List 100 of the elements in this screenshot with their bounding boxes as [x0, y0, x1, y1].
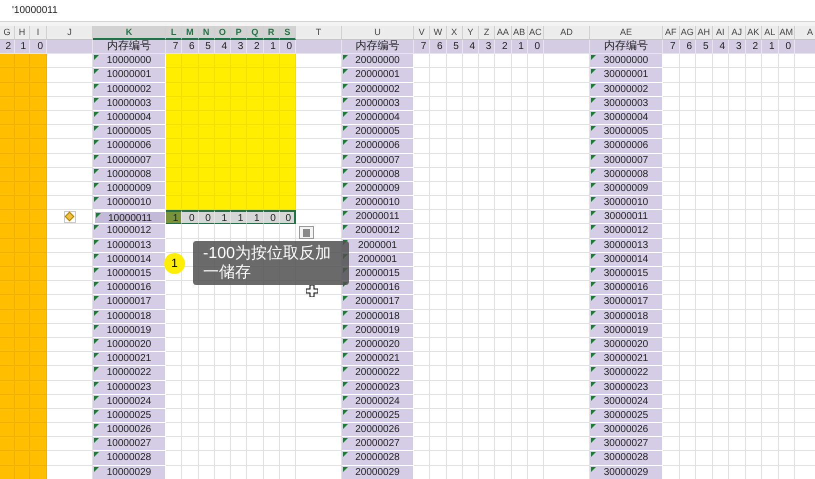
table-cell: 10000027 [93, 437, 166, 452]
table-cell: 20000002 [342, 82, 414, 97]
table-cell: 10000000 [93, 54, 166, 68]
paste-options-icon[interactable] [299, 226, 314, 239]
table-cell: 内存编号 [342, 40, 414, 54]
corner-triangle-icon [94, 140, 99, 146]
corner-triangle-icon [94, 410, 99, 415]
table-cell: 30000027 [590, 437, 663, 452]
table-cell: 20000018 [342, 310, 414, 324]
table-cell: 20000019 [342, 324, 414, 338]
column-header[interactable]: K [93, 26, 166, 40]
table-cell: 20000020 [342, 338, 414, 352]
corner-triangle-icon [94, 466, 99, 472]
table-cell: 10000019 [93, 324, 166, 338]
corner-triangle-icon [94, 182, 99, 188]
table-cell: 3 [729, 40, 746, 54]
corner-triangle-icon [94, 310, 99, 316]
corner-triangle-icon [591, 310, 596, 316]
table-cell: 30000019 [590, 324, 663, 338]
column-header[interactable]: N [198, 26, 215, 40]
table-cell: 10000006 [93, 139, 166, 154]
corner-triangle-icon [591, 140, 596, 146]
corner-triangle-icon [591, 55, 596, 60]
table-cell: 30000013 [590, 238, 663, 253]
corner-triangle-icon [591, 69, 596, 74]
table-cell: 20000003 [342, 96, 414, 111]
table-cell: 10000022 [93, 366, 166, 380]
corner-triangle-icon [94, 112, 99, 117]
table-cell: 0 [778, 40, 795, 54]
corner-triangle-icon [591, 410, 596, 415]
column-header[interactable]: R [264, 26, 280, 40]
corner-triangle-icon [94, 84, 99, 89]
table-cell: 30000004 [590, 110, 663, 126]
table-cell: 30000008 [590, 168, 663, 182]
corner-triangle-icon [94, 452, 99, 458]
table-cell: 20000010 [342, 196, 414, 210]
column-header[interactable]: O [214, 26, 231, 40]
corner-triangle-icon [343, 466, 348, 472]
column-header[interactable]: L [166, 26, 182, 40]
corner-triangle-icon [94, 424, 99, 430]
table-cell: 30000009 [590, 182, 663, 196]
corner-triangle-icon [94, 282, 99, 288]
column-header[interactable]: M [182, 26, 198, 40]
corner-triangle-icon [343, 367, 348, 372]
table-cell: 10000004 [93, 110, 166, 126]
table-cell: 10000008 [93, 168, 166, 182]
column-header[interactable]: P [231, 26, 248, 40]
corner-triangle-icon [591, 353, 596, 358]
table-cell: 30000002 [590, 82, 663, 97]
corner-triangle-icon [94, 367, 99, 372]
table-cell: 20000001 [342, 68, 414, 83]
table-cell: 30000022 [590, 366, 663, 380]
corner-triangle-icon [343, 296, 348, 302]
corner-triangle-icon [94, 353, 99, 358]
corner-triangle-icon [94, 382, 99, 386]
cursor-icon [306, 285, 318, 297]
table-cell: 10000026 [93, 423, 166, 438]
table-cell: 0 [198, 210, 215, 224]
table-cell: 1 [762, 40, 778, 54]
corner-triangle-icon [94, 154, 99, 160]
table-cell: 30000023 [590, 380, 663, 395]
table-cell: 5 [198, 40, 215, 54]
formula-bar[interactable]: '10000011 [0, 0, 815, 21]
corner-triangle-icon [343, 182, 348, 188]
table-cell: 30000021 [590, 352, 663, 366]
table-cell: 3 [231, 40, 248, 54]
warning-diamond-icon[interactable] [64, 210, 76, 223]
column-header[interactable]: Q [247, 26, 264, 40]
corner-triangle-icon [591, 154, 596, 160]
corner-triangle-icon [343, 452, 348, 458]
corner-triangle-icon [343, 211, 348, 216]
corner-triangle-icon [591, 182, 596, 188]
corner-triangle-icon [343, 84, 348, 89]
table-cell: 1 [264, 40, 280, 54]
table-cell: 30000029 [590, 466, 663, 479]
table-cell: 30000012 [590, 224, 663, 239]
table-cell: 20000029 [342, 466, 414, 479]
table-cell: 1 [231, 210, 248, 224]
corner-triangle-icon [591, 452, 596, 458]
table-cell: 30000014 [590, 252, 663, 267]
table-cell: 30000020 [590, 338, 663, 352]
column-header[interactable]: S [280, 26, 296, 40]
table-cell: 20000024 [342, 394, 414, 409]
corner-triangle-icon [591, 338, 596, 344]
corner-triangle-icon [591, 98, 596, 103]
table-cell: 0 [280, 40, 296, 54]
table-cell: 10000017 [93, 295, 166, 310]
corner-triangle-icon [343, 410, 348, 415]
table-cell: 30000015 [590, 267, 663, 282]
table-cell: 30000003 [590, 96, 663, 111]
corner-triangle-icon [94, 240, 99, 245]
table-cell: 20000009 [342, 182, 414, 196]
corner-triangle-icon [343, 353, 348, 358]
corner-triangle-icon [591, 225, 596, 230]
corner-triangle-icon [94, 98, 99, 103]
table-cell: 10000005 [93, 125, 166, 140]
table-cell: 30000018 [590, 310, 663, 324]
corner-triangle-icon [591, 396, 596, 401]
table-cell: 10000010 [93, 196, 166, 210]
table-cell: 10000007 [93, 154, 166, 168]
